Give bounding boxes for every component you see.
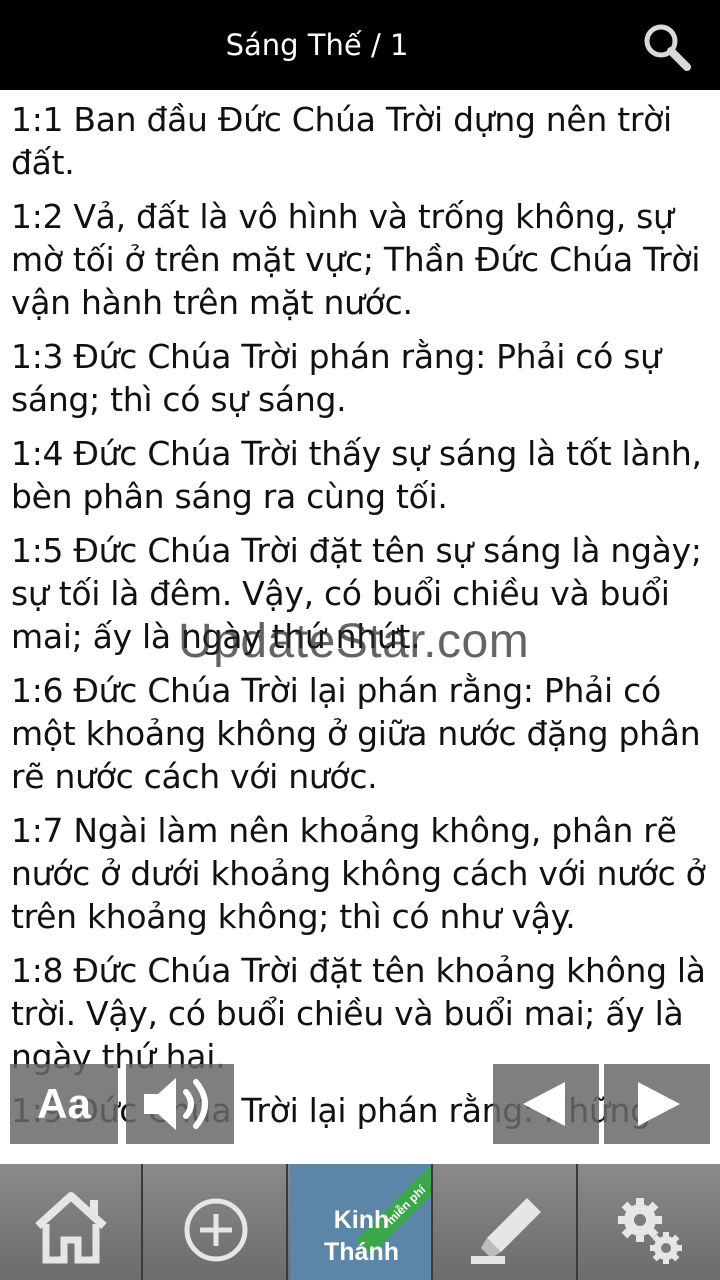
verse: 1:7 Ngài làm nên khoảng không, phân rẽ n… bbox=[11, 811, 706, 936]
font-size-label: Aa bbox=[37, 1080, 91, 1127]
plus-circle-icon bbox=[184, 1198, 248, 1262]
bible-label-line2: Thánh bbox=[324, 1238, 399, 1266]
verse: 1:8 Đức Chúa Trời đặt tên khoảng không l… bbox=[11, 951, 706, 1076]
highlighter-icon bbox=[471, 1198, 541, 1264]
verse: 1:4 Đức Chúa Trời thấy sự sáng là tốt là… bbox=[11, 434, 702, 516]
audio-button[interactable] bbox=[126, 1064, 234, 1144]
verse: 1:2 Vả, đất là vô hình và trống không, s… bbox=[11, 197, 701, 322]
verse: 1:3 Đức Chúa Trời phán rằng: Phải có sự … bbox=[11, 337, 661, 419]
home-icon bbox=[35, 1192, 107, 1264]
nav-highlight[interactable] bbox=[435, 1164, 578, 1280]
triangle-left-icon bbox=[523, 1082, 565, 1126]
gears-icon bbox=[618, 1198, 682, 1264]
font-size-button[interactable]: Aa bbox=[10, 1064, 118, 1144]
scripture-text[interactable]: 1:1 Ban đầu Đức Chúa Trời dựng nên trời … bbox=[0, 90, 720, 1164]
nav-add[interactable] bbox=[145, 1164, 288, 1280]
page-title: Sáng Thế / 1 bbox=[225, 28, 409, 62]
speaker-icon bbox=[144, 1078, 208, 1130]
next-chapter-button[interactable] bbox=[604, 1064, 710, 1144]
verse: 1:6 Đức Chúa Trời lại phán rằng: Phải có… bbox=[11, 671, 701, 796]
bible-label-line1: Kinh bbox=[333, 1206, 390, 1234]
bottom-nav: miễn phí Kinh Thánh bbox=[0, 1164, 720, 1280]
verse: 1:5 Đức Chúa Trời đặt tên sự sáng là ngà… bbox=[11, 531, 702, 656]
nav-home[interactable] bbox=[0, 1164, 143, 1280]
triangle-right-icon bbox=[638, 1082, 680, 1126]
search-icon[interactable] bbox=[640, 20, 694, 74]
nav-bible[interactable]: miễn phí Kinh Thánh bbox=[290, 1164, 433, 1280]
verse: 1:1 Ban đầu Đức Chúa Trời dựng nên trời … bbox=[11, 100, 672, 182]
top-bar: Sáng Thế / 1 bbox=[0, 0, 720, 90]
nav-settings[interactable] bbox=[580, 1164, 720, 1280]
previous-chapter-button[interactable] bbox=[493, 1064, 599, 1144]
